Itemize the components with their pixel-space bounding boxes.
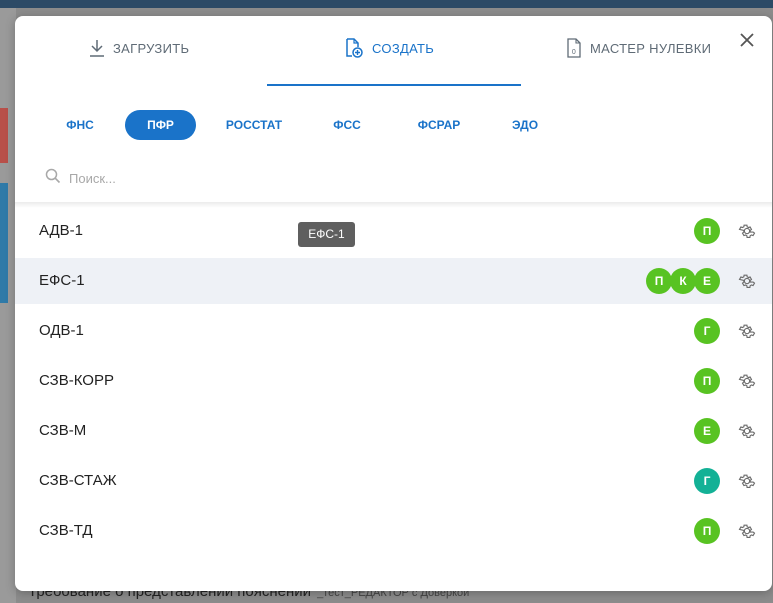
report-name: ОДВ-1: [39, 322, 84, 339]
gear-icon[interactable]: [738, 372, 756, 390]
create-report-dialog: ЗАГРУЗИТЬ СОЗДАТЬ 0 МАСТЕР НУЛЕВКИ ФНС П…: [15, 16, 772, 591]
report-row[interactable]: ОДВ-1 Г: [15, 308, 772, 354]
gear-icon[interactable]: [738, 272, 756, 290]
zero-document-icon: 0: [566, 38, 582, 58]
tab-create-label: СОЗДАТЬ: [372, 40, 435, 56]
report-name: СЗВ-СТАЖ: [39, 472, 117, 489]
chip-rosstat[interactable]: РОССТАТ: [219, 110, 289, 140]
background-sidebar: [0, 8, 16, 603]
report-name: АДВ-1: [39, 222, 84, 239]
search-box: [45, 166, 269, 190]
report-name: СЗВ-М: [39, 422, 87, 439]
svg-text:0: 0: [572, 49, 576, 56]
close-icon[interactable]: [737, 30, 757, 50]
chip-fss[interactable]: ФСС: [327, 110, 367, 140]
report-name: ЕФС-1: [39, 272, 85, 289]
status-badge: П: [694, 368, 720, 394]
status-badge: Г: [694, 318, 720, 344]
report-row[interactable]: СЗВ-СТАЖ Г: [15, 458, 772, 504]
tab-zero-wizard[interactable]: 0 МАСТЕР НУЛЕВКИ: [566, 36, 711, 60]
chip-fsrar[interactable]: ФСРАР: [411, 110, 467, 140]
report-row[interactable]: СЗВ-КОРР П: [15, 358, 772, 404]
gear-icon[interactable]: [738, 222, 756, 240]
gear-icon[interactable]: [738, 322, 756, 340]
background-header: [0, 0, 773, 8]
active-tab-indicator: [267, 84, 521, 86]
row-tooltip: ЕФС-1: [298, 222, 355, 247]
tab-create[interactable]: СОЗДАТЬ: [344, 36, 434, 60]
dialog-tabs: ЗАГРУЗИТЬ СОЗДАТЬ 0 МАСТЕР НУЛЕВКИ: [15, 16, 772, 86]
chip-edo[interactable]: ЭДО: [505, 110, 545, 140]
gear-icon[interactable]: [738, 422, 756, 440]
report-row[interactable]: СЗВ-ТД П: [15, 508, 772, 554]
create-document-icon: [344, 38, 364, 58]
status-badge: Е: [694, 418, 720, 444]
gear-icon[interactable]: [738, 472, 756, 490]
report-row[interactable]: СЗВ-М Е: [15, 408, 772, 454]
report-name: СЗВ-ТД: [39, 522, 93, 539]
status-badge: П: [694, 518, 720, 544]
report-name: СЗВ-КОРР: [39, 372, 114, 389]
tab-upload[interactable]: ЗАГРУЗИТЬ: [89, 36, 189, 60]
status-badge: Г: [694, 468, 720, 494]
status-badge: П: [694, 218, 720, 244]
status-badge: Е: [694, 268, 720, 294]
authority-filter: ФНС ПФР РОССТАТ ФСС ФСРАР ЭДО: [15, 110, 772, 140]
gear-icon[interactable]: [738, 522, 756, 540]
download-icon: [89, 39, 105, 57]
report-row[interactable]: ЕФС-1 П К Е: [15, 258, 772, 304]
tab-zero-wizard-label: МАСТЕР НУЛЕВКИ: [590, 40, 712, 56]
chip-pfr[interactable]: ПФР: [125, 110, 196, 140]
tab-upload-label: ЗАГРУЗИТЬ: [113, 40, 190, 56]
chip-fns[interactable]: ФНС: [55, 110, 105, 140]
status-badge: К: [670, 268, 696, 294]
status-badge: П: [646, 268, 672, 294]
search-input[interactable]: [69, 170, 269, 186]
report-row[interactable]: АДВ-1 П: [15, 208, 772, 254]
search-icon: [45, 168, 61, 189]
